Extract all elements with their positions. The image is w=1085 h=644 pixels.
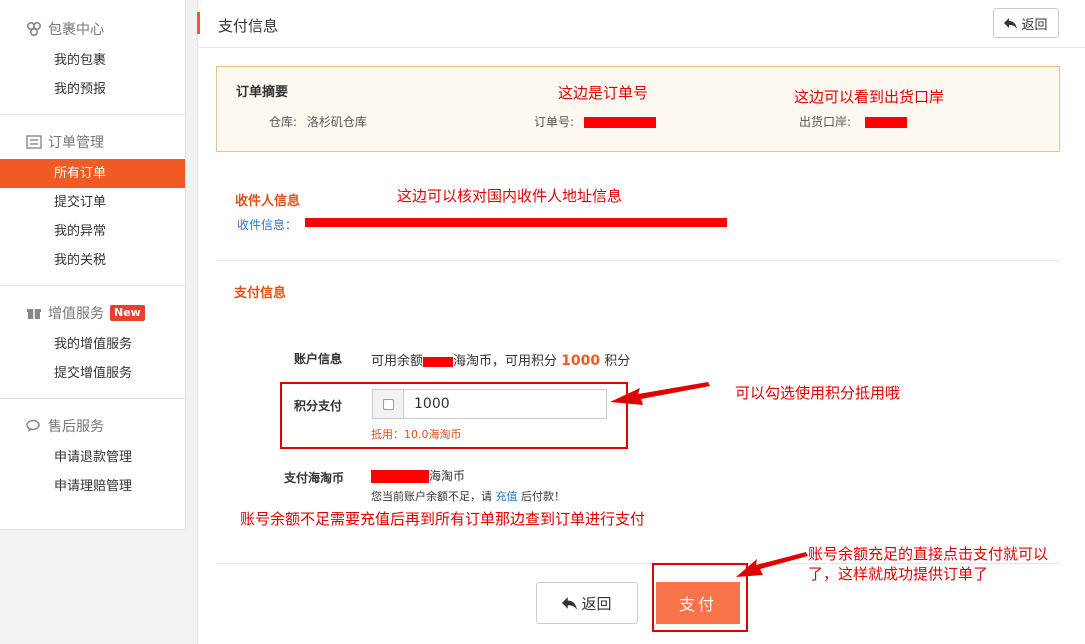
pay-coin-value: 海淘币 [371, 467, 465, 484]
annotation-receiver: 这边可以核对国内收件人地址信息 [397, 187, 623, 205]
annotation-port: 这边可以看到出货口岸 [794, 88, 945, 106]
account-info-label: 账户信息 [294, 352, 343, 366]
page-title: 支付信息 [218, 17, 279, 35]
receiver-redacted [305, 218, 727, 227]
sidebar-group-header: 增值服务 New [0, 296, 185, 330]
summary-title: 订单摘要 [236, 85, 289, 100]
pay-coin-redacted [371, 470, 429, 483]
sidebar-group-title: 包裹中心 [48, 22, 104, 38]
balance-redacted [423, 356, 454, 367]
chat-icon [26, 419, 40, 432]
annotation-points: 可以勾选使用积分抵用哦 [735, 384, 901, 402]
insufficient-balance-notice: 您当前账户余额不足，请 充值 后付款！ [371, 488, 565, 504]
sidebar-item-submit-order[interactable]: 提交订单 [0, 188, 185, 217]
sidebar-item-my-forecast[interactable]: 我的预报 [0, 75, 185, 104]
account-balance-mid: 海淘币，可用积分 [453, 354, 558, 369]
list-icon [26, 135, 42, 149]
points-payment-label: 积分支付 [294, 399, 343, 413]
pay-coin-unit: 海淘币 [429, 469, 466, 483]
order-number-redacted [583, 117, 656, 128]
sidebar-group-title: 增值服务 [48, 306, 104, 322]
page-header: 支付信息 返回 [197, 0, 1085, 48]
back-arrow-icon [562, 596, 578, 610]
account-balance-prefix: 可用余额 [371, 354, 424, 369]
sidebar-item-my-exceptions[interactable]: 我的异常 [0, 217, 185, 246]
sidebar-group-title: 售后服务 [48, 419, 104, 435]
sidebar-item-all-orders[interactable]: 所有订单 [0, 159, 185, 188]
order-number-field: 订单号: [534, 113, 656, 130]
receiver-section-title: 收件人信息 [235, 194, 301, 209]
sidebar: 包裹中心 我的包裹 我的预报 订单管理 所有订单 提交订单 我的异常 我的关税 … [0, 0, 186, 530]
insufficient-suffix: 后付款！ [521, 490, 565, 503]
back-arrow-icon [1004, 17, 1018, 29]
sidebar-group-orders: 订单管理 所有订单 提交订单 我的异常 我的关税 [0, 115, 185, 286]
sidebar-item-submit-value-added[interactable]: 提交增值服务 [0, 359, 185, 388]
account-info-text: 可用余额 海淘币，可用积分 1000 积分 [371, 350, 630, 369]
available-points: 1000 [561, 353, 601, 369]
warehouse-label: 仓库: [269, 115, 298, 129]
back-button-top[interactable]: 返回 [993, 8, 1059, 38]
annotation-insufficient: 账号余额不足需要充值后再到所有订单那边查到订单进行支付 [240, 510, 646, 528]
sidebar-item-refund-management[interactable]: 申请退款管理 [0, 443, 185, 472]
gift-icon [27, 309, 41, 319]
sidebar-item-my-packages[interactable]: 我的包裹 [0, 46, 185, 75]
payment-section-title: 支付信息 [234, 286, 287, 301]
sidebar-group-value-added: 增值服务 New 我的增值服务 提交增值服务 [0, 286, 185, 399]
annotation-sufficient-line2: 了，这样就成功提供订单了 [808, 565, 989, 583]
port-field: 出货口岸: [799, 113, 907, 130]
port-label: 出货口岸: [799, 115, 852, 129]
section-divider [216, 260, 1060, 261]
sidebar-group-header: 包裹中心 [0, 12, 185, 46]
sidebar-item-my-tariffs[interactable]: 我的关税 [0, 246, 185, 275]
back-button[interactable]: 返回 [536, 582, 638, 624]
points-deduct-text: 抵用：10.0海淘币 [371, 428, 462, 441]
points-checkbox-wrap[interactable] [372, 389, 404, 419]
new-badge: New [110, 305, 145, 321]
header-accent-bar [197, 12, 200, 34]
back-button-label: 返回 [581, 594, 612, 613]
sidebar-group-header: 订单管理 [0, 125, 185, 159]
points-input[interactable] [403, 389, 607, 419]
recharge-link[interactable]: 充值 [496, 490, 518, 503]
sidebar-group-header: 售后服务 [0, 409, 185, 443]
pay-coin-label: 支付海淘币 [284, 471, 345, 485]
sidebar-group-package: 包裹中心 我的包裹 我的预报 [0, 0, 185, 115]
warehouse-field: 仓库: 洛杉矶仓库 [269, 113, 367, 130]
sidebar-group-title: 订单管理 [48, 135, 104, 151]
points-unit: 积分 [604, 354, 631, 369]
receiver-label: 收件信息： [237, 218, 298, 232]
annotation-sufficient-line1: 账号余额充足的直接点击支付就可以 [808, 545, 1049, 563]
order-summary: 订单摘要 仓库: 洛杉矶仓库 订单号: 出货口岸: [216, 66, 1060, 152]
sidebar-item-claim-management[interactable]: 申请理赔管理 [0, 472, 185, 501]
port-redacted [864, 117, 907, 128]
order-number-label: 订单号: [534, 115, 575, 129]
annotation-order-number: 这边是订单号 [558, 84, 649, 102]
warehouse-value: 洛杉矶仓库 [306, 115, 367, 129]
pay-button[interactable]: 支付 [656, 582, 740, 624]
sidebar-item-my-value-added[interactable]: 我的增值服务 [0, 330, 185, 359]
insufficient-prefix: 您当前账户余额不足，请 [371, 490, 492, 503]
sidebar-group-after-sales: 售后服务 申请退款管理 申请理赔管理 [0, 399, 185, 511]
points-checkbox[interactable] [382, 398, 394, 410]
back-button-label: 返回 [1021, 17, 1048, 33]
boxes-icon [27, 22, 41, 36]
